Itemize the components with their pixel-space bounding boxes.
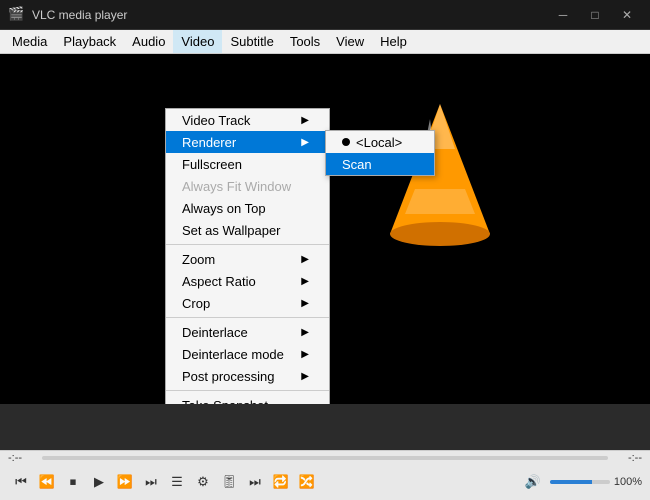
radio-selected-icon xyxy=(342,138,350,146)
menu-help[interactable]: Help xyxy=(372,30,415,53)
menu-always-fit-window: Always Fit Window xyxy=(166,175,329,197)
title-bar: 🎬 VLC media player ─ □ ✕ xyxy=(0,0,650,30)
menu-view[interactable]: View xyxy=(328,30,372,53)
toggle-playlist-button[interactable]: ☰ xyxy=(164,469,190,495)
maximize-button[interactable]: □ xyxy=(580,5,610,25)
menu-fullscreen[interactable]: Fullscreen xyxy=(166,153,329,175)
separator-3 xyxy=(166,390,329,391)
video-menu-popup: Video Track ▶ Renderer ▶ Fullscreen Alwa… xyxy=(165,108,330,404)
menu-audio[interactable]: Audio xyxy=(124,30,173,53)
menu-crop[interactable]: Crop ▶ xyxy=(166,292,329,314)
menu-deinterlace-mode[interactable]: Deinterlace mode ▶ xyxy=(166,343,329,365)
volume-slider[interactable] xyxy=(550,480,610,484)
menu-renderer[interactable]: Renderer ▶ xyxy=(166,131,329,153)
volume-icon[interactable]: 🔊 xyxy=(520,469,546,495)
stop-button[interactable]: ⏹ xyxy=(60,469,86,495)
seek-bar[interactable] xyxy=(42,456,608,460)
arrow-icon: ▶ xyxy=(301,115,309,126)
menu-take-snapshot[interactable]: Take Snapshot xyxy=(166,394,329,404)
close-button[interactable]: ✕ xyxy=(612,5,642,25)
menu-zoom[interactable]: Zoom ▶ xyxy=(166,248,329,270)
menu-media[interactable]: Media xyxy=(4,30,55,53)
random-button[interactable]: 🔀 xyxy=(294,469,320,495)
minimize-button[interactable]: ─ xyxy=(548,5,578,25)
time-elapsed: -:-- xyxy=(8,452,38,464)
menu-bar: Media Playback Audio Video Subtitle Tool… xyxy=(0,30,650,54)
rewind-button[interactable]: ⏪ xyxy=(34,469,60,495)
menu-video-track[interactable]: Video Track ▶ xyxy=(166,109,329,131)
vlc-cone xyxy=(380,104,500,264)
volume-percent: 100% xyxy=(614,476,642,488)
menu-always-on-top[interactable]: Always on Top xyxy=(166,197,329,219)
ab-loop-button[interactable]: 🔁 xyxy=(268,469,294,495)
separator-2 xyxy=(166,317,329,318)
progress-bar-area: -:-- -:-- xyxy=(0,451,650,465)
fastforward-button[interactable]: ⏩ xyxy=(112,469,138,495)
menu-aspect-ratio[interactable]: Aspect Ratio ▶ xyxy=(166,270,329,292)
frame-by-frame-button[interactable]: ⏭ xyxy=(242,469,268,495)
prev-button[interactable]: ⏮ xyxy=(8,469,34,495)
menu-playback[interactable]: Playback xyxy=(55,30,124,53)
window-title: VLC media player xyxy=(32,8,548,22)
arrow-icon: ▶ xyxy=(301,276,309,287)
renderer-scan[interactable]: Scan xyxy=(326,153,434,175)
vlc-icon: 🎬 xyxy=(8,6,26,24)
renderer-local[interactable]: <Local> xyxy=(326,131,434,153)
play-button[interactable]: ▶ xyxy=(86,469,112,495)
arrow-icon: ▶ xyxy=(301,137,309,148)
menu-subtitle[interactable]: Subtitle xyxy=(222,30,281,53)
arrow-icon: ▶ xyxy=(301,349,309,360)
window-controls: ─ □ ✕ xyxy=(548,5,642,25)
next-button[interactable]: ⏭ xyxy=(138,469,164,495)
arrow-icon: ▶ xyxy=(301,254,309,265)
menu-video[interactable]: Video xyxy=(173,30,222,53)
control-bar: -:-- -:-- ⏮ ⏪ ⏹ ▶ ⏩ ⏭ ☰ ⚙ 🎚 ⏭ 🔁 🔀 🔊 100% xyxy=(0,450,650,500)
menu-tools[interactable]: Tools xyxy=(282,30,328,53)
separator-1 xyxy=(166,244,329,245)
menu-post-processing[interactable]: Post processing ▶ xyxy=(166,365,329,387)
show-effects-button[interactable]: 🎚 xyxy=(216,469,242,495)
arrow-icon: ▶ xyxy=(301,327,309,338)
video-area: Video Track ▶ Renderer ▶ Fullscreen Alwa… xyxy=(0,54,650,404)
renderer-submenu: <Local> Scan xyxy=(325,130,435,176)
arrow-icon: ▶ xyxy=(301,371,309,382)
controls-row: ⏮ ⏪ ⏹ ▶ ⏩ ⏭ ☰ ⚙ 🎚 ⏭ 🔁 🔀 🔊 100% xyxy=(0,465,650,499)
menu-set-as-wallpaper[interactable]: Set as Wallpaper xyxy=(166,219,329,241)
time-remaining: -:-- xyxy=(612,452,642,464)
extended-settings-button[interactable]: ⚙ xyxy=(190,469,216,495)
arrow-icon: ▶ xyxy=(301,298,309,309)
menu-deinterlace[interactable]: Deinterlace ▶ xyxy=(166,321,329,343)
